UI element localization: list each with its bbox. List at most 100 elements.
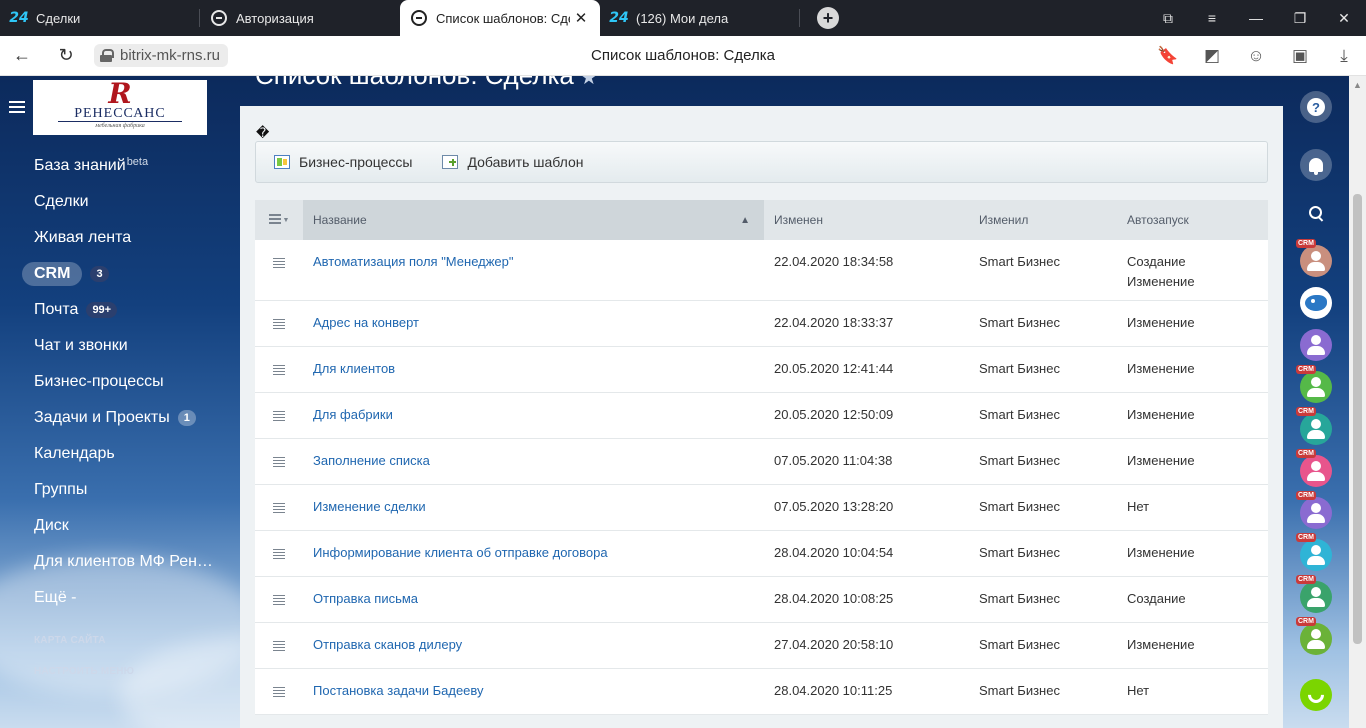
back-arrow-icon[interactable]: ← <box>0 45 44 66</box>
table-row[interactable]: Отправка письма 28.04.2020 10:08:25 Smart … <box>255 577 1268 623</box>
window-close-icon[interactable]: ✕ <box>1322 10 1366 27</box>
search-button[interactable] <box>1300 197 1332 229</box>
row-actions-button[interactable] <box>255 439 303 484</box>
template-name-link[interactable]: Для фабрики <box>303 393 764 438</box>
minimize-icon[interactable]: — <box>1234 10 1278 26</box>
chat-avatar[interactable]: CRM <box>1296 617 1332 655</box>
row-menu-icon <box>273 687 285 697</box>
browser-tab-auth[interactable]: Авторизация <box>200 0 400 36</box>
crm-badge: CRM <box>1296 365 1316 374</box>
help-button[interactable]: ? <box>1300 91 1332 123</box>
tabs-manager-icon[interactable]: ⧉ <box>1146 10 1190 27</box>
modified-date: 07.05.2020 13:28:20 <box>774 499 894 514</box>
table-row[interactable]: Для клиентов 20.05.2020 12:41:44 Smart Биз… <box>255 347 1268 393</box>
template-name-link[interactable]: Отправка письма <box>303 577 764 622</box>
menu-item-groups[interactable]: Группы <box>0 472 230 508</box>
close-icon[interactable]: ✕ <box>570 9 592 27</box>
template-name-link[interactable]: Информирование клиента об отправке догов… <box>303 531 764 576</box>
download-icon[interactable]: ⤓ <box>1322 46 1366 66</box>
reload-icon[interactable]: ↻ <box>44 45 88 66</box>
chat-avatar[interactable]: CRM <box>1296 491 1332 529</box>
column-header-modified-by[interactable]: Изменил <box>969 200 1117 240</box>
grid-settings-button[interactable]: ▼ <box>255 200 303 240</box>
counter-badge: 3 <box>90 266 109 282</box>
bookmark-icon[interactable]: 🔖 <box>1146 46 1190 66</box>
menu-item-bizproc[interactable]: Бизнес-процессы <box>0 364 230 400</box>
new-tab-button[interactable]: + <box>817 7 839 29</box>
menu-item-crm[interactable]: CRM 3 <box>0 256 230 292</box>
crm-badge: CRM <box>1296 533 1316 542</box>
autorun-cell: Изменение <box>1117 393 1268 438</box>
configure-menu-link[interactable]: НАСТРОИТЬ МЕНЮ <box>34 666 134 677</box>
chat-avatar[interactable] <box>1300 287 1332 319</box>
star-icon[interactable]: ★ <box>580 76 598 89</box>
profile-icon[interactable]: ☺ <box>1234 46 1278 66</box>
menu-item-deals[interactable]: Сделки <box>0 184 230 220</box>
menu-item-tasks[interactable]: Задачи и Проекты 1 <box>0 400 230 436</box>
browser-tab-templates[interactable]: Список шаблонов: Сделка ✕ <box>400 0 600 36</box>
row-actions-button[interactable] <box>255 577 303 622</box>
menu-item-more[interactable]: Ещё - <box>0 580 230 616</box>
template-name-link[interactable]: Изменение сделки <box>303 485 764 530</box>
menu-item-chat[interactable]: Чат и звонки <box>0 328 230 364</box>
table-row[interactable]: Адрес на конверт 22.04.2020 18:33:37 Smart… <box>255 301 1268 347</box>
table-row[interactable]: Автоматизация поля "Менеджер" 22.04.2020 … <box>255 240 1268 301</box>
phone-icon <box>1304 683 1328 707</box>
business-processes-button[interactable]: Бизнес-процессы <box>274 154 412 170</box>
table-row[interactable]: Отправка сканов дилеру 27.04.2020 20:58:1… <box>255 623 1268 669</box>
menu-item-clients[interactable]: Для клиентов МФ Ренессанс <box>0 544 230 580</box>
notifications-button[interactable] <box>1300 149 1332 181</box>
row-actions-button[interactable] <box>255 623 303 668</box>
call-button[interactable] <box>1300 679 1332 711</box>
chat-avatar[interactable]: CRM <box>1296 533 1332 571</box>
company-logo[interactable]: R РЕНЕССАНС мебельная фабрика <box>33 80 207 135</box>
template-name-link[interactable]: Для клиентов <box>303 347 764 392</box>
row-actions-button[interactable] <box>255 531 303 576</box>
menu-item-calendar[interactable]: Календарь <box>0 436 230 472</box>
chat-avatar[interactable]: CRM <box>1296 365 1332 403</box>
row-actions-button[interactable] <box>255 669 303 714</box>
template-name-link[interactable]: Постановка задачи Бадееву <box>303 669 764 714</box>
row-actions-button[interactable] <box>255 240 303 300</box>
column-header-modified[interactable]: Изменен <box>764 200 969 240</box>
url-field[interactable]: bitrix-mk-rns.ru <box>94 44 228 67</box>
chat-avatar[interactable]: CRM <box>1296 575 1332 613</box>
scrollbar[interactable]: ▲ <box>1349 76 1366 728</box>
template-name-link[interactable]: Отправка сканов дилеру <box>303 623 764 668</box>
collections-icon[interactable]: ▣ <box>1278 46 1322 66</box>
chat-avatar[interactable]: CRM <box>1296 407 1332 445</box>
column-header-name[interactable]: Название ▲ <box>303 200 764 240</box>
menu-item-feed[interactable]: Живая лента <box>0 220 230 256</box>
menu-item-knowledge-base[interactable]: База знаний beta <box>0 148 230 184</box>
add-template-button[interactable]: Добавить шаблон <box>442 154 584 170</box>
burger-menu-icon[interactable] <box>9 101 25 113</box>
chat-avatar[interactable] <box>1300 329 1332 361</box>
sitemap-link[interactable]: КАРТА САЙТА <box>34 635 106 646</box>
table-row[interactable]: Заполнение списка 07.05.2020 11:04:38 Smar… <box>255 439 1268 485</box>
column-header-autorun[interactable]: Автозапуск <box>1117 200 1268 240</box>
menu-item-mail[interactable]: Почта 99+ <box>0 292 230 328</box>
menu-item-disk[interactable]: Диск <box>0 508 230 544</box>
browser-tab-my-tasks[interactable]: 24 (126) Мои дела <box>600 0 800 36</box>
table-row[interactable]: Для фабрики 20.05.2020 12:50:09 Smart Бизн… <box>255 393 1268 439</box>
browser-tab-deals[interactable]: 24 Сделки <box>0 0 200 36</box>
extension-icon[interactable]: ◩ <box>1190 46 1234 66</box>
restore-icon[interactable]: ❐ <box>1278 10 1322 27</box>
menu-icon[interactable]: ≡ <box>1190 10 1234 26</box>
chat-avatar[interactable]: CRM <box>1296 449 1332 487</box>
row-actions-button[interactable] <box>255 301 303 346</box>
chat-avatar[interactable]: CRM <box>1296 239 1332 277</box>
template-name-link[interactable]: Адрес на конверт <box>303 301 764 346</box>
template-name-link[interactable]: Автоматизация поля "Менеджер" <box>303 240 764 300</box>
row-actions-button[interactable] <box>255 393 303 438</box>
autorun-value: Изменение <box>1127 315 1195 330</box>
table-row[interactable]: Постановка задачи Бадееву 28.04.2020 10:1… <box>255 669 1268 715</box>
row-actions-button[interactable] <box>255 347 303 392</box>
scroll-thumb[interactable] <box>1353 194 1362 644</box>
template-name-link[interactable]: Заполнение списка <box>303 439 764 484</box>
table-row[interactable]: Информирование клиента об отправке догов… <box>255 531 1268 577</box>
scroll-up-icon[interactable]: ▲ <box>1353 80 1362 90</box>
table-row[interactable]: Изменение сделки 07.05.2020 13:28:20 Smart… <box>255 485 1268 531</box>
row-actions-button[interactable] <box>255 485 303 530</box>
autorun-value: Изменение <box>1127 637 1195 652</box>
